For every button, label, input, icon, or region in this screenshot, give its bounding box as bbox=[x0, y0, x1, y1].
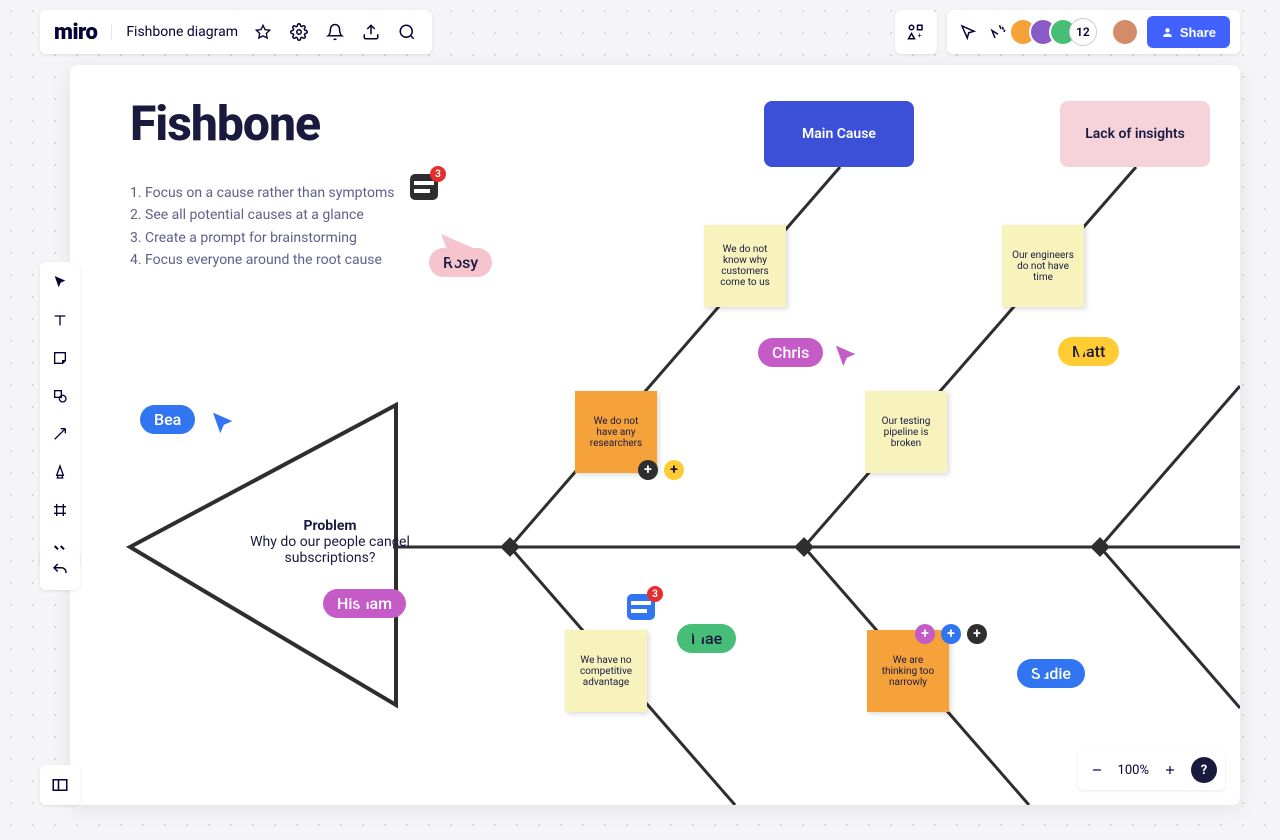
pen-tool[interactable] bbox=[46, 458, 74, 486]
canvas[interactable]: Fishbone 1. Focus on a cause rather than… bbox=[70, 65, 1240, 805]
zoom-controls: 100% ? bbox=[1078, 750, 1225, 790]
list-item: 3. Create a prompt for brainstorming bbox=[130, 227, 394, 249]
user-cursor-rosy: Rosy bbox=[423, 228, 492, 277]
user-cursor-mae: Mae bbox=[665, 620, 736, 653]
cause-main[interactable]: Main Cause bbox=[764, 101, 914, 167]
zoom-out-icon[interactable] bbox=[1086, 759, 1108, 781]
zoom-level: 100% bbox=[1118, 763, 1149, 778]
guidance-list: 1. Focus on a cause rather than symptoms… bbox=[130, 182, 394, 272]
avatar-stack[interactable]: 12 bbox=[1017, 18, 1097, 46]
add-icon[interactable]: + bbox=[967, 624, 987, 644]
settings-icon[interactable] bbox=[288, 21, 310, 43]
toolbox bbox=[40, 262, 80, 568]
user-cursor-sadie: Sadie bbox=[1005, 655, 1085, 688]
comment-icon[interactable]: 3 bbox=[627, 594, 655, 620]
sticky-note[interactable]: We have no competitive advantage bbox=[565, 630, 647, 712]
undo-button[interactable] bbox=[40, 550, 80, 590]
list-item: 4. Focus everyone around the root cause bbox=[130, 249, 394, 271]
comment-badge: 3 bbox=[647, 586, 663, 602]
shape-tool[interactable] bbox=[46, 382, 74, 410]
problem-heading: Problem bbox=[303, 518, 356, 534]
svg-text:+: + bbox=[917, 31, 921, 40]
panel-toggle[interactable] bbox=[40, 765, 80, 805]
star-icon[interactable] bbox=[252, 21, 274, 43]
share-button[interactable]: Share bbox=[1147, 16, 1230, 48]
problem-text: Why do our people cancel subscriptions? bbox=[250, 534, 410, 566]
avatar-self[interactable] bbox=[1111, 18, 1139, 46]
pointer-icon[interactable] bbox=[957, 21, 979, 43]
collab-chip: 12 Share bbox=[947, 10, 1240, 54]
select-tool[interactable] bbox=[46, 268, 74, 296]
sticky-tool[interactable] bbox=[46, 344, 74, 372]
user-label: Bea bbox=[140, 405, 195, 434]
logo[interactable]: miro bbox=[54, 20, 97, 45]
add-icon[interactable]: + bbox=[941, 624, 961, 644]
add-icon[interactable]: + bbox=[638, 460, 658, 480]
apps-chip[interactable]: + bbox=[895, 10, 937, 54]
user-cursor-bea: Bea bbox=[140, 405, 195, 434]
text-tool[interactable] bbox=[46, 306, 74, 334]
sticky-note[interactable]: Our engineers do not have time bbox=[1002, 225, 1084, 307]
share-label: Share bbox=[1180, 25, 1216, 40]
zoom-in-icon[interactable] bbox=[1159, 759, 1181, 781]
problem-block[interactable]: Problem Why do our people cancel subscri… bbox=[220, 518, 440, 566]
arrow-tool[interactable] bbox=[46, 420, 74, 448]
search-icon[interactable] bbox=[396, 21, 418, 43]
sticky-note[interactable]: We do not know why customers come to us bbox=[704, 225, 786, 307]
cause-insights[interactable]: Lack of insights bbox=[1060, 101, 1210, 167]
frame-tool[interactable] bbox=[46, 496, 74, 524]
shapes-icon: + bbox=[905, 21, 927, 43]
list-item: 2. See all potential causes at a glance bbox=[130, 204, 394, 226]
export-icon[interactable] bbox=[360, 21, 382, 43]
avatar-count: 12 bbox=[1069, 18, 1097, 46]
user-cursor-hisham: Hisham bbox=[323, 585, 406, 618]
comment-badge: 3 bbox=[430, 166, 446, 182]
page-title: Fishbone bbox=[130, 95, 394, 152]
user-cursor-matt: Matt bbox=[1048, 333, 1119, 366]
sticky-note[interactable]: We are thinking too narrowly bbox=[867, 630, 949, 712]
add-icon[interactable]: + bbox=[915, 624, 935, 644]
bell-icon[interactable] bbox=[324, 21, 346, 43]
add-icon[interactable]: + bbox=[664, 460, 684, 480]
list-item: 1. Focus on a cause rather than symptoms bbox=[130, 182, 394, 204]
help-icon[interactable]: ? bbox=[1191, 757, 1217, 783]
sticky-note[interactable]: Our testing pipeline is broken bbox=[865, 391, 947, 473]
board-title[interactable]: Fishbone diagram bbox=[111, 24, 238, 40]
comment-icon[interactable]: 3 bbox=[410, 174, 438, 200]
user-cursor-chris: Chris bbox=[758, 338, 823, 367]
reactions-icon[interactable] bbox=[987, 21, 1009, 43]
